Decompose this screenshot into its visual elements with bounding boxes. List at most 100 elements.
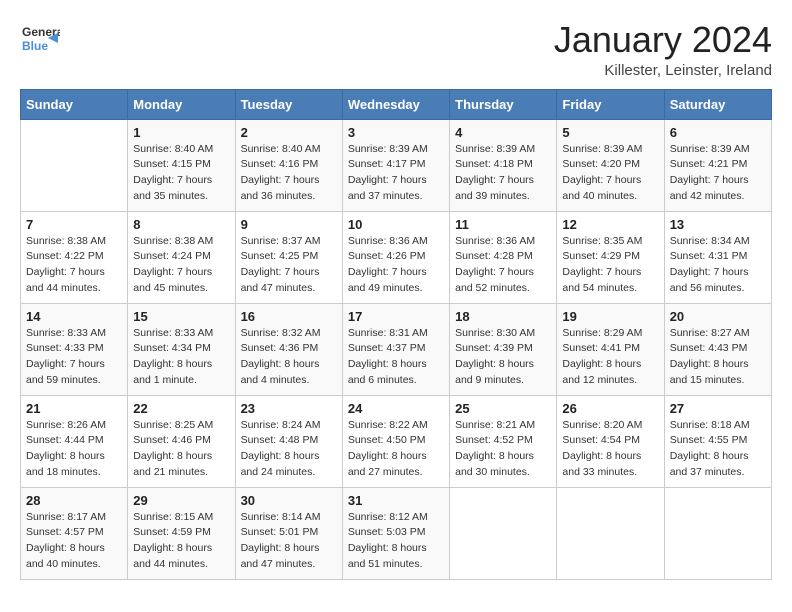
calendar-cell: 24 Sunrise: 8:22 AMSunset: 4:50 PMDaylig… xyxy=(342,395,449,487)
calendar-cell: 4 Sunrise: 8:39 AMSunset: 4:18 PMDayligh… xyxy=(450,119,557,211)
calendar-cell: 11 Sunrise: 8:36 AMSunset: 4:28 PMDaylig… xyxy=(450,211,557,303)
day-number: 17 xyxy=(348,309,444,324)
col-wednesday: Wednesday xyxy=(342,89,449,119)
day-info: Sunrise: 8:32 AMSunset: 4:36 PMDaylight:… xyxy=(241,327,321,386)
calendar-cell: 8 Sunrise: 8:38 AMSunset: 4:24 PMDayligh… xyxy=(128,211,235,303)
day-info: Sunrise: 8:40 AMSunset: 4:15 PMDaylight:… xyxy=(133,143,213,202)
day-info: Sunrise: 8:39 AMSunset: 4:20 PMDaylight:… xyxy=(562,143,642,202)
day-number: 1 xyxy=(133,125,229,140)
col-saturday: Saturday xyxy=(664,89,771,119)
day-info: Sunrise: 8:37 AMSunset: 4:25 PMDaylight:… xyxy=(241,235,321,294)
day-number: 5 xyxy=(562,125,658,140)
day-number: 28 xyxy=(26,493,122,508)
calendar-week-row: 14 Sunrise: 8:33 AMSunset: 4:33 PMDaylig… xyxy=(21,303,772,395)
day-info: Sunrise: 8:27 AMSunset: 4:43 PMDaylight:… xyxy=(670,327,750,386)
day-info: Sunrise: 8:22 AMSunset: 4:50 PMDaylight:… xyxy=(348,419,428,478)
calendar-cell: 1 Sunrise: 8:40 AMSunset: 4:15 PMDayligh… xyxy=(128,119,235,211)
day-info: Sunrise: 8:38 AMSunset: 4:24 PMDaylight:… xyxy=(133,235,213,294)
day-number: 2 xyxy=(241,125,337,140)
day-info: Sunrise: 8:15 AMSunset: 4:59 PMDaylight:… xyxy=(133,511,213,570)
col-thursday: Thursday xyxy=(450,89,557,119)
day-info: Sunrise: 8:20 AMSunset: 4:54 PMDaylight:… xyxy=(562,419,642,478)
logo: General Blue xyxy=(20,20,60,60)
main-title: January 2024 xyxy=(554,20,772,60)
calendar-cell: 16 Sunrise: 8:32 AMSunset: 4:36 PMDaylig… xyxy=(235,303,342,395)
col-sunday: Sunday xyxy=(21,89,128,119)
day-number: 23 xyxy=(241,401,337,416)
day-info: Sunrise: 8:39 AMSunset: 4:17 PMDaylight:… xyxy=(348,143,428,202)
calendar-cell: 30 Sunrise: 8:14 AMSunset: 5:01 PMDaylig… xyxy=(235,487,342,579)
day-info: Sunrise: 8:40 AMSunset: 4:16 PMDaylight:… xyxy=(241,143,321,202)
day-number: 10 xyxy=(348,217,444,232)
calendar-cell: 20 Sunrise: 8:27 AMSunset: 4:43 PMDaylig… xyxy=(664,303,771,395)
calendar-cell: 28 Sunrise: 8:17 AMSunset: 4:57 PMDaylig… xyxy=(21,487,128,579)
header: General Blue January 2024 Killester, Lei… xyxy=(20,20,772,79)
calendar-week-row: 21 Sunrise: 8:26 AMSunset: 4:44 PMDaylig… xyxy=(21,395,772,487)
day-number: 14 xyxy=(26,309,122,324)
day-number: 7 xyxy=(26,217,122,232)
day-number: 6 xyxy=(670,125,766,140)
calendar-cell: 29 Sunrise: 8:15 AMSunset: 4:59 PMDaylig… xyxy=(128,487,235,579)
calendar-cell: 18 Sunrise: 8:30 AMSunset: 4:39 PMDaylig… xyxy=(450,303,557,395)
calendar-week-row: 1 Sunrise: 8:40 AMSunset: 4:15 PMDayligh… xyxy=(21,119,772,211)
calendar-cell: 21 Sunrise: 8:26 AMSunset: 4:44 PMDaylig… xyxy=(21,395,128,487)
calendar-cell: 10 Sunrise: 8:36 AMSunset: 4:26 PMDaylig… xyxy=(342,211,449,303)
day-number: 19 xyxy=(562,309,658,324)
day-number: 27 xyxy=(670,401,766,416)
day-info: Sunrise: 8:31 AMSunset: 4:37 PMDaylight:… xyxy=(348,327,428,386)
day-info: Sunrise: 8:34 AMSunset: 4:31 PMDaylight:… xyxy=(670,235,750,294)
calendar-cell: 19 Sunrise: 8:29 AMSunset: 4:41 PMDaylig… xyxy=(557,303,664,395)
calendar-cell: 26 Sunrise: 8:20 AMSunset: 4:54 PMDaylig… xyxy=(557,395,664,487)
calendar-cell: 31 Sunrise: 8:12 AMSunset: 5:03 PMDaylig… xyxy=(342,487,449,579)
day-info: Sunrise: 8:12 AMSunset: 5:03 PMDaylight:… xyxy=(348,511,428,570)
day-number: 25 xyxy=(455,401,551,416)
calendar-cell: 15 Sunrise: 8:33 AMSunset: 4:34 PMDaylig… xyxy=(128,303,235,395)
day-info: Sunrise: 8:25 AMSunset: 4:46 PMDaylight:… xyxy=(133,419,213,478)
day-number: 29 xyxy=(133,493,229,508)
calendar-header: Sunday Monday Tuesday Wednesday Thursday… xyxy=(21,89,772,119)
day-number: 13 xyxy=(670,217,766,232)
day-number: 21 xyxy=(26,401,122,416)
day-info: Sunrise: 8:33 AMSunset: 4:33 PMDaylight:… xyxy=(26,327,106,386)
svg-text:Blue: Blue xyxy=(22,39,48,53)
calendar-cell: 2 Sunrise: 8:40 AMSunset: 4:16 PMDayligh… xyxy=(235,119,342,211)
calendar-cell: 9 Sunrise: 8:37 AMSunset: 4:25 PMDayligh… xyxy=(235,211,342,303)
day-info: Sunrise: 8:14 AMSunset: 5:01 PMDaylight:… xyxy=(241,511,321,570)
day-number: 31 xyxy=(348,493,444,508)
header-row: Sunday Monday Tuesday Wednesday Thursday… xyxy=(21,89,772,119)
col-friday: Friday xyxy=(557,89,664,119)
calendar-cell: 7 Sunrise: 8:38 AMSunset: 4:22 PMDayligh… xyxy=(21,211,128,303)
calendar-body: 1 Sunrise: 8:40 AMSunset: 4:15 PMDayligh… xyxy=(21,119,772,579)
day-info: Sunrise: 8:21 AMSunset: 4:52 PMDaylight:… xyxy=(455,419,535,478)
subtitle: Killester, Leinster, Ireland xyxy=(554,62,772,79)
logo-icon: General Blue xyxy=(20,20,60,60)
day-number: 8 xyxy=(133,217,229,232)
day-number: 11 xyxy=(455,217,551,232)
calendar-cell: 17 Sunrise: 8:31 AMSunset: 4:37 PMDaylig… xyxy=(342,303,449,395)
calendar-cell: 25 Sunrise: 8:21 AMSunset: 4:52 PMDaylig… xyxy=(450,395,557,487)
day-number: 9 xyxy=(241,217,337,232)
col-tuesday: Tuesday xyxy=(235,89,342,119)
calendar-cell: 5 Sunrise: 8:39 AMSunset: 4:20 PMDayligh… xyxy=(557,119,664,211)
day-number: 18 xyxy=(455,309,551,324)
day-number: 4 xyxy=(455,125,551,140)
day-number: 15 xyxy=(133,309,229,324)
day-info: Sunrise: 8:17 AMSunset: 4:57 PMDaylight:… xyxy=(26,511,106,570)
calendar-cell xyxy=(21,119,128,211)
day-number: 20 xyxy=(670,309,766,324)
calendar-cell xyxy=(557,487,664,579)
day-number: 12 xyxy=(562,217,658,232)
calendar-cell: 3 Sunrise: 8:39 AMSunset: 4:17 PMDayligh… xyxy=(342,119,449,211)
day-number: 26 xyxy=(562,401,658,416)
day-info: Sunrise: 8:29 AMSunset: 4:41 PMDaylight:… xyxy=(562,327,642,386)
calendar-cell: 13 Sunrise: 8:34 AMSunset: 4:31 PMDaylig… xyxy=(664,211,771,303)
day-info: Sunrise: 8:36 AMSunset: 4:28 PMDaylight:… xyxy=(455,235,535,294)
calendar-table: Sunday Monday Tuesday Wednesday Thursday… xyxy=(20,89,772,580)
day-number: 16 xyxy=(241,309,337,324)
day-info: Sunrise: 8:36 AMSunset: 4:26 PMDaylight:… xyxy=(348,235,428,294)
day-info: Sunrise: 8:39 AMSunset: 4:18 PMDaylight:… xyxy=(455,143,535,202)
calendar-cell xyxy=(664,487,771,579)
col-monday: Monday xyxy=(128,89,235,119)
title-block: January 2024 Killester, Leinster, Irelan… xyxy=(554,20,772,79)
calendar-cell: 6 Sunrise: 8:39 AMSunset: 4:21 PMDayligh… xyxy=(664,119,771,211)
